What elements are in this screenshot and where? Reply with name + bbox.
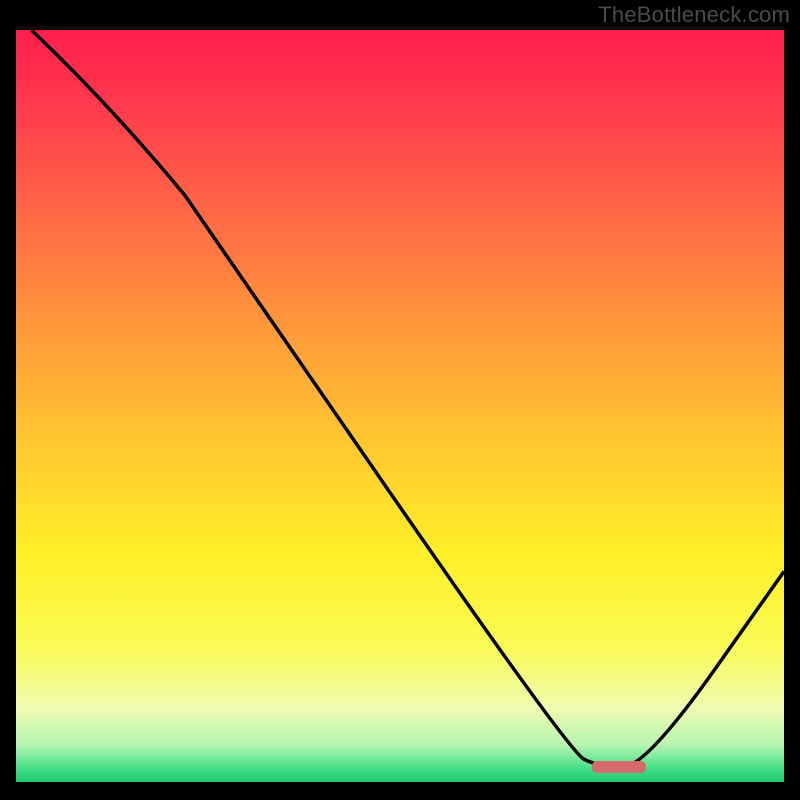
bottleneck-chart: TheBottleneck.com: [0, 0, 800, 800]
plot-area: [16, 30, 784, 782]
chart-svg: [0, 0, 800, 800]
optimum-marker: [592, 761, 646, 773]
watermark-label: TheBottleneck.com: [598, 2, 790, 28]
